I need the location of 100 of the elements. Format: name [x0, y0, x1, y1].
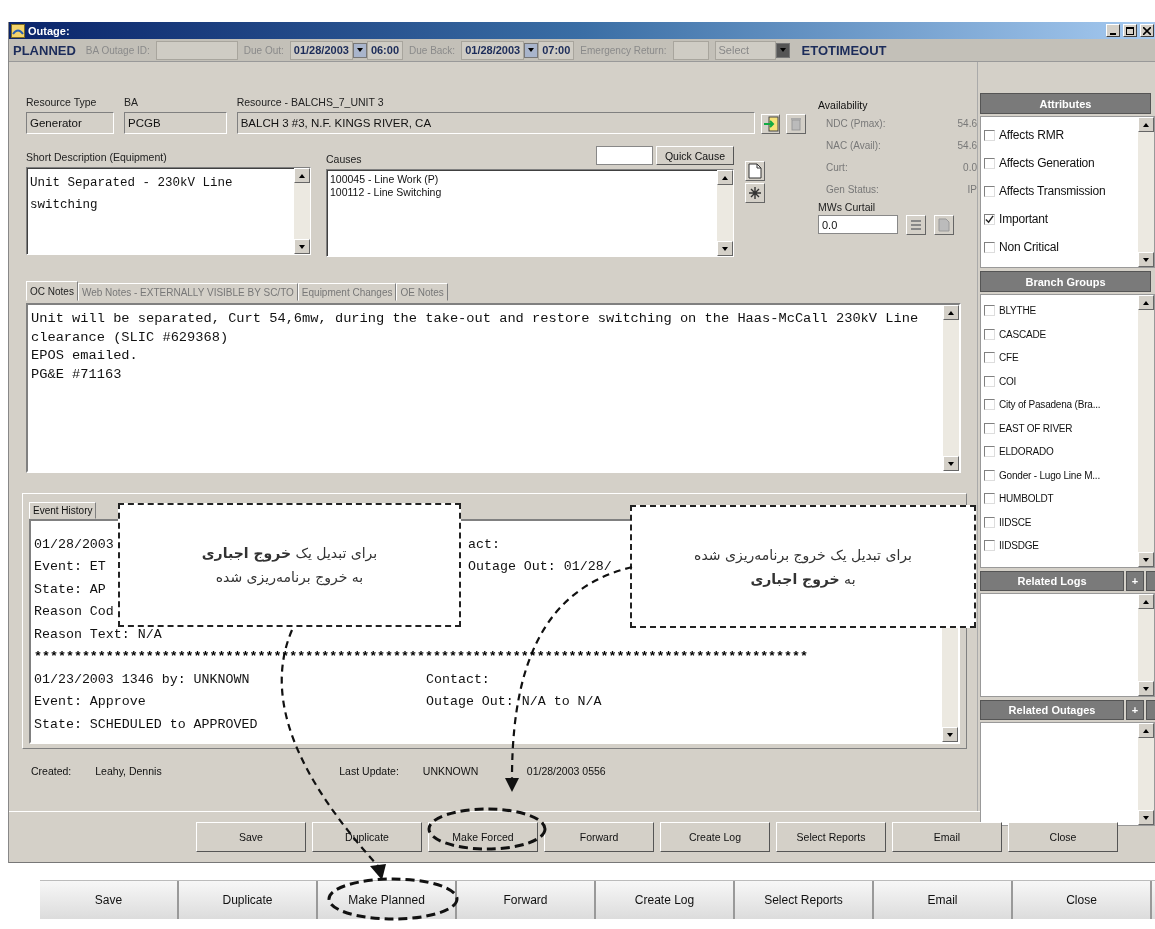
checkbox[interactable]: [984, 157, 995, 169]
field-value: 01/28/2003 0556: [526, 765, 606, 777]
tab[interactable]: OC Notes: [26, 281, 78, 301]
panel-header: Branch Groups: [980, 271, 1151, 292]
scrollbar[interactable]: [1138, 723, 1154, 825]
checkbox[interactable]: [984, 469, 995, 481]
quick-cause-button[interactable]: Quick Cause: [655, 146, 734, 165]
time-field[interactable]: 07:00: [538, 40, 575, 60]
action-button[interactable]: Email: [892, 822, 1002, 852]
action-button[interactable]: Duplicate: [312, 822, 422, 852]
checkbox-label: COI: [999, 375, 1017, 387]
checkbox[interactable]: [984, 446, 995, 458]
checkbox[interactable]: [984, 375, 995, 387]
checkbox[interactable]: [984, 241, 995, 253]
checkbox[interactable]: [984, 516, 995, 528]
action-button[interactable]: Save: [40, 881, 179, 919]
checkbox-label: CASCADE: [999, 328, 1046, 340]
field-label: MWs Curtail: [818, 201, 877, 213]
lookup-button[interactable]: [760, 114, 781, 134]
scrollbar[interactable]: [943, 305, 959, 471]
checkbox[interactable]: [984, 328, 995, 340]
action-button[interactable]: Forward: [457, 881, 596, 919]
callout-text: برای تبدیل یک خروج برنامه‌ریزی شده: [694, 546, 912, 563]
document-icon: [748, 163, 762, 179]
action-button[interactable]: Select Reports: [776, 822, 886, 852]
history-text: Outage Out: N/A to N/A: [426, 694, 602, 710]
field-value: UNKNOWN: [422, 765, 480, 777]
trash-icon: [790, 117, 803, 131]
dropdown-button[interactable]: [524, 42, 539, 58]
checkbox[interactable]: [984, 305, 995, 317]
mws-curtail-field[interactable]: 0.0: [818, 215, 898, 234]
history-text: act:: [468, 536, 500, 552]
callout-text: به خروج اجباری: [750, 570, 856, 587]
status-label: PLANNED: [13, 42, 76, 58]
field-label: NDC (Pmax):: [826, 117, 886, 131]
checkbox[interactable]: [984, 399, 995, 411]
action-button[interactable]: Forward: [544, 822, 654, 852]
scrollbar[interactable]: [1138, 117, 1154, 267]
add-button[interactable]: +: [1126, 700, 1144, 720]
checkbox[interactable]: [984, 213, 995, 225]
action-button[interactable]: Close: [1013, 881, 1152, 919]
field-label: Causes: [326, 153, 362, 165]
panel-header: Related Outages: [980, 700, 1124, 720]
scrollbar[interactable]: [717, 170, 733, 256]
document-button[interactable]: [745, 161, 765, 181]
action-button[interactable]: Email: [874, 881, 1013, 919]
callout-text: برای تبدیل یک خروج اجباری: [201, 545, 378, 561]
mode-label: ETOTIMEOUT: [801, 42, 887, 58]
action-button[interactable]: Make Planned: [318, 881, 457, 919]
input-field[interactable]: [595, 146, 653, 165]
field-label: BA: [124, 96, 139, 108]
list-item[interactable]: 100112 - Line Switching: [330, 186, 442, 199]
list-item[interactable]: 100045 - Line Work (P): [330, 173, 439, 186]
list-button[interactable]: [906, 215, 926, 235]
action-button[interactable]: Select Reports: [735, 881, 874, 919]
resource-type-field: Generator: [26, 112, 114, 134]
field-label: Due Out:: [243, 44, 284, 56]
checkbox-label: IIDSDGE: [999, 540, 1039, 552]
checkbox-label: Affects Generation: [999, 156, 1095, 170]
ba-field: PCGB: [124, 112, 227, 134]
checkbox[interactable]: [984, 493, 995, 505]
maximize-button[interactable]: [1123, 24, 1137, 37]
close-button[interactable]: [1140, 24, 1154, 37]
action-button[interactable]: Create Log: [596, 881, 735, 919]
maximize-icon: [1126, 26, 1134, 35]
input-field[interactable]: [155, 40, 238, 60]
checkbox-label: Important: [999, 212, 1048, 226]
add-button[interactable]: +: [1126, 571, 1144, 591]
history-text: State: AP: [34, 581, 106, 597]
document-icon: [938, 218, 950, 232]
burst-button[interactable]: [745, 183, 765, 203]
scrollbar[interactable]: [1138, 594, 1154, 696]
history-text: Event: Approve: [34, 694, 146, 710]
field-label: Created:: [31, 765, 72, 777]
date-field[interactable]: 01/28/2003: [289, 40, 353, 60]
checkbox[interactable]: [984, 129, 995, 141]
input-field[interactable]: [672, 40, 709, 60]
checkbox-label: ELDORADO: [999, 446, 1054, 458]
action-button[interactable]: Close: [1008, 822, 1118, 852]
history-text: Contact:: [426, 671, 490, 687]
action-button[interactable]: Create Log: [660, 822, 770, 852]
time-field[interactable]: 06:00: [366, 40, 403, 60]
checkbox[interactable]: [984, 352, 995, 364]
checkbox[interactable]: [984, 185, 995, 197]
checkbox[interactable]: [984, 540, 995, 552]
date-field[interactable]: 01/28/2003: [461, 40, 525, 60]
scrollbar[interactable]: [1138, 295, 1154, 567]
scrollbar[interactable]: [294, 168, 310, 254]
history-text: Reason Text: N/A: [34, 626, 162, 642]
app-icon: [11, 23, 25, 38]
action-button[interactable]: Make Forced: [428, 822, 538, 852]
arrow-into-box-icon: [762, 116, 779, 132]
checkbox[interactable]: [984, 422, 995, 434]
minimize-button[interactable]: [1106, 24, 1120, 37]
action-button[interactable]: Save: [196, 822, 306, 852]
action-button[interactable]: Duplicate: [179, 881, 318, 919]
resource-field: BALCH 3 #3, N.F. KINGS RIVER, CA: [236, 112, 755, 134]
history-text: Event: ET: [34, 559, 106, 575]
document-button[interactable]: [934, 215, 954, 235]
delete-button[interactable]: [786, 114, 806, 134]
